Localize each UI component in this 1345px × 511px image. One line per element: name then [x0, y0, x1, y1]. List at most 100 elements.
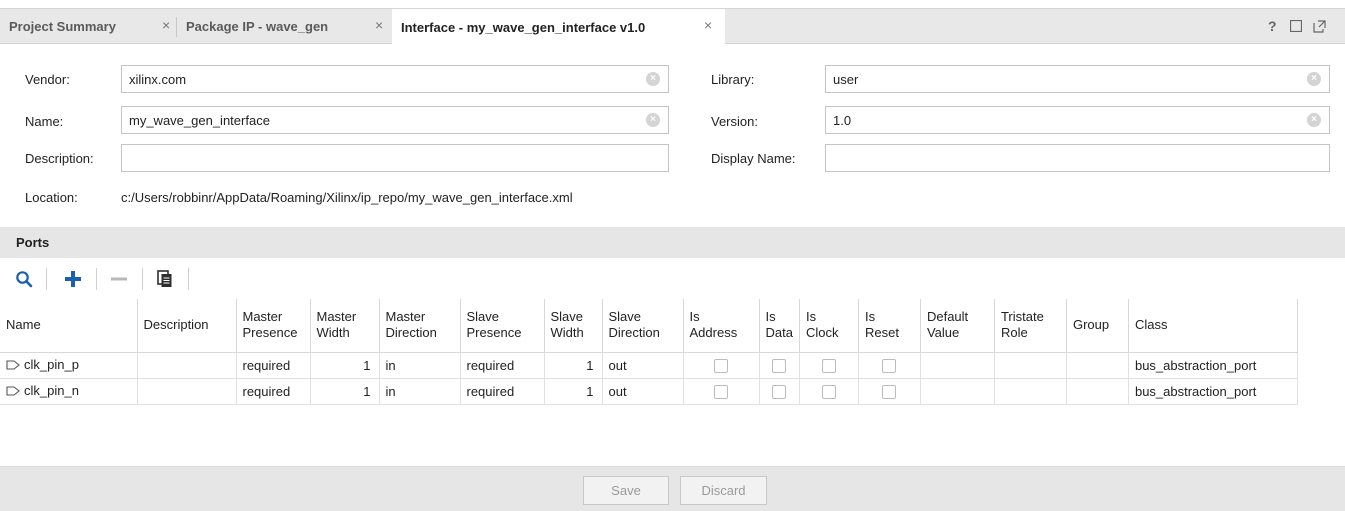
class-cell[interactable]: bus_abstraction_port [1128, 352, 1298, 379]
version-field[interactable]: 1.0 × [825, 106, 1330, 134]
master-direction-cell[interactable]: in [379, 352, 461, 379]
is-reset-checkbox[interactable] [882, 384, 897, 399]
slave-width-cell[interactable]: 1 [544, 378, 603, 405]
discard-button[interactable]: Discard [680, 476, 767, 505]
table-header-row: Name Description Master Presence Master Wi… [0, 299, 1298, 353]
column-header-name[interactable]: Name [0, 299, 138, 353]
table-row[interactable]: clk_pin_n required 1 in required 1 out b… [0, 378, 1298, 405]
ports-table: Name Description Master Presence Master Wi… [0, 299, 1298, 405]
default-value-cell[interactable] [920, 378, 995, 405]
slave-direction-cell[interactable]: out [602, 378, 684, 405]
tristate-role-cell[interactable] [994, 352, 1067, 379]
column-header-master-presence[interactable]: Master Presence [236, 299, 311, 353]
tab-bar: Project Summary × Package IP - wave_gen … [0, 8, 1345, 45]
clear-icon[interactable]: × [646, 113, 660, 127]
footer-bar: Save Discard [0, 466, 1345, 511]
library-field[interactable]: user × [825, 65, 1330, 93]
toolbar-divider [46, 268, 47, 290]
close-icon[interactable]: × [162, 17, 170, 33]
group-cell[interactable] [1066, 352, 1129, 379]
column-header-description[interactable]: Description [137, 299, 237, 353]
tab-label: Package IP - wave_gen [186, 19, 329, 34]
column-header-class[interactable]: Class [1128, 299, 1298, 353]
is-address-cell [683, 378, 760, 405]
port-icon [6, 384, 20, 399]
port-name: clk_pin_p [24, 356, 79, 372]
vendor-field[interactable]: xilinx.com × [121, 65, 669, 93]
table-row[interactable]: clk_pin_p required 1 in required 1 out b… [0, 352, 1298, 379]
is-data-checkbox[interactable] [772, 384, 787, 399]
vendor-value: xilinx.com [129, 72, 187, 87]
help-icon[interactable]: ? [1268, 18, 1277, 34]
remove-icon[interactable] [106, 265, 132, 293]
slave-width-cell[interactable]: 1 [544, 352, 603, 379]
tab-project-summary[interactable]: Project Summary × [0, 9, 170, 44]
column-header-default-value[interactable]: Default Value [920, 299, 995, 353]
column-header-group[interactable]: Group [1066, 299, 1129, 353]
column-header-is-data[interactable]: Is Data [759, 299, 800, 353]
description-cell[interactable] [137, 378, 237, 405]
column-header-slave-width[interactable]: Slave Width [544, 299, 603, 353]
tab-interface[interactable]: Interface - my_wave_gen_interface v1.0 × [392, 9, 725, 45]
is-data-cell [759, 378, 800, 405]
library-label: Library: [711, 72, 755, 87]
class-cell[interactable]: bus_abstraction_port [1128, 378, 1298, 405]
version-label: Version: [711, 114, 758, 129]
name-field[interactable]: my_wave_gen_interface × [121, 106, 669, 134]
float-window-icon[interactable] [1313, 20, 1326, 33]
description-label: Description: [25, 151, 94, 166]
clear-icon[interactable]: × [646, 72, 660, 86]
group-cell[interactable] [1066, 378, 1129, 405]
column-header-master-width[interactable]: Master Width [310, 299, 380, 353]
master-presence-cell[interactable]: required [236, 352, 311, 379]
maximize-icon[interactable] [1290, 20, 1302, 32]
is-address-checkbox[interactable] [714, 358, 728, 373]
column-header-tristate-role[interactable]: Tristate Role [994, 299, 1067, 353]
toolbar-divider [96, 268, 97, 290]
slave-direction-cell[interactable]: out [602, 352, 684, 379]
port-name-cell[interactable]: clk_pin_n [0, 378, 138, 405]
master-width-cell[interactable]: 1 [310, 352, 380, 379]
close-icon[interactable]: × [375, 17, 383, 33]
is-data-checkbox[interactable] [772, 358, 787, 373]
ports-section-header: Ports [0, 227, 1345, 258]
tab-label: Project Summary [9, 19, 116, 34]
copy-icon[interactable] [152, 265, 178, 293]
ports-title: Ports [16, 235, 50, 250]
is-clock-checkbox[interactable] [821, 384, 836, 399]
description-field[interactable] [121, 144, 669, 172]
column-header-master-direction[interactable]: Master Direction [379, 299, 461, 353]
is-address-checkbox[interactable] [714, 384, 728, 399]
column-header-is-reset[interactable]: Is Reset [858, 299, 921, 353]
column-header-slave-presence[interactable]: Slave Presence [460, 299, 545, 353]
location-label: Location: [25, 190, 78, 205]
column-header-is-clock[interactable]: Is Clock [799, 299, 859, 353]
display-name-field[interactable] [825, 144, 1330, 172]
port-name-cell[interactable]: clk_pin_p [0, 352, 138, 379]
slave-presence-cell[interactable]: required [460, 352, 545, 379]
close-icon[interactable]: × [704, 17, 712, 33]
save-button[interactable]: Save [583, 476, 669, 505]
search-icon[interactable] [12, 265, 36, 293]
column-header-is-address[interactable]: Is Address [683, 299, 760, 353]
slave-presence-cell[interactable]: required [460, 378, 545, 405]
toolbar-divider [188, 268, 189, 290]
master-direction-cell[interactable]: in [379, 378, 461, 405]
is-clock-checkbox[interactable] [821, 358, 836, 373]
master-width-cell[interactable]: 1 [310, 378, 380, 405]
clear-icon[interactable]: × [1307, 72, 1321, 86]
master-presence-cell[interactable]: required [236, 378, 311, 405]
is-reset-checkbox[interactable] [882, 358, 897, 373]
tab-package-ip[interactable]: Package IP - wave_gen × [177, 9, 390, 44]
column-header-slave-direction[interactable]: Slave Direction [602, 299, 684, 353]
add-icon[interactable] [60, 265, 86, 293]
clear-icon[interactable]: × [1307, 113, 1321, 127]
is-clock-cell [799, 378, 859, 405]
version-value: 1.0 [833, 113, 852, 128]
port-icon [6, 358, 20, 373]
description-cell[interactable] [137, 352, 237, 379]
library-value: user [833, 72, 859, 87]
toolbar-divider [142, 268, 143, 290]
default-value-cell[interactable] [920, 352, 995, 379]
tristate-role-cell[interactable] [994, 378, 1067, 405]
